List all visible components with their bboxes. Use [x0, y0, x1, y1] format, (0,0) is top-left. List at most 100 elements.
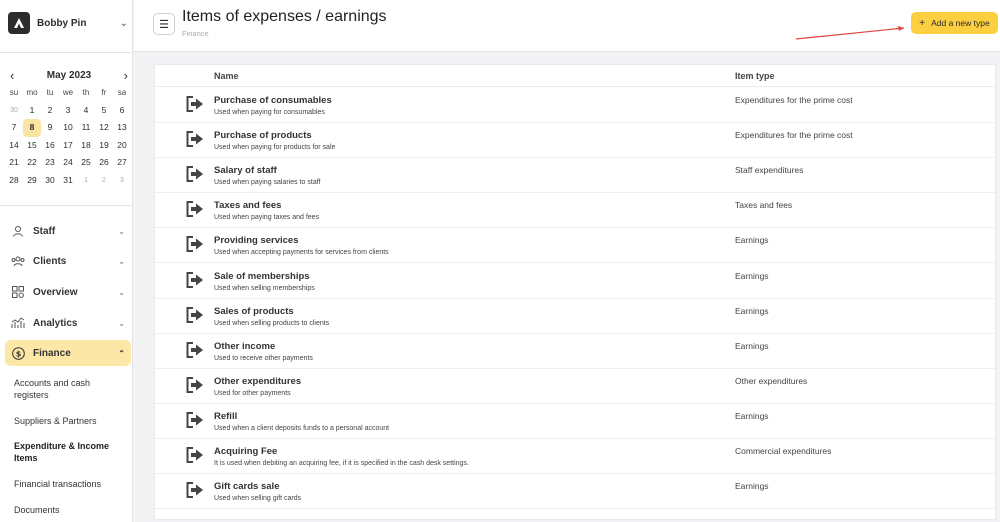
- nav-analytics[interactable]: Analytics ⌄: [5, 310, 131, 336]
- item-type: Staff expenditures: [735, 165, 804, 176]
- add-new-type-button[interactable]: + Add a new type: [911, 12, 998, 34]
- item-name: Salary of staff: [214, 165, 277, 177]
- calendar-day[interactable]: 31: [59, 172, 77, 190]
- exit-arrow-icon: [186, 341, 203, 358]
- exit-arrow-icon: [186, 131, 203, 148]
- item-name: Other expenditures: [214, 375, 302, 387]
- page-title: Items of expenses / earnings: [182, 8, 387, 25]
- nav-documents[interactable]: Documents: [14, 504, 126, 516]
- nav-transactions[interactable]: Financial transactions: [14, 478, 126, 490]
- exit-arrow-icon: [186, 96, 203, 112]
- menu-toggle-button[interactable]: ☰: [153, 13, 175, 35]
- calendar-day[interactable]: 6: [113, 102, 131, 120]
- nav-clients[interactable]: Clients ⌄: [5, 248, 131, 274]
- exit-arrow-icon: [186, 271, 203, 288]
- calendar-day[interactable]: 9: [41, 119, 59, 137]
- table-row[interactable]: Taxes and fees Used when paying taxes and…: [155, 193, 997, 229]
- calendar-day[interactable]: 3: [59, 102, 77, 120]
- breadcrumb[interactable]: Finance: [182, 29, 209, 38]
- calendar-day[interactable]: 24: [59, 154, 77, 172]
- item-description: Used when selling gift cards: [214, 495, 302, 503]
- calendar-day[interactable]: 10: [59, 119, 77, 137]
- table-row[interactable]: Purchase of consumables Used when paying …: [155, 88, 997, 124]
- column-type-header[interactable]: Item type: [735, 71, 775, 81]
- nav-expenditure-items[interactable]: Expenditure & Income Items: [14, 440, 126, 464]
- calendar-day[interactable]: 17: [59, 137, 77, 155]
- calendar-day[interactable]: 19: [95, 137, 113, 155]
- table-row[interactable]: Gift cards sale Used when selling gift ca…: [155, 474, 997, 510]
- table-row[interactable]: Other expenditures Used for other payment…: [155, 369, 997, 404]
- nav-overview[interactable]: Overview ⌄: [5, 279, 131, 305]
- calendar-day[interactable]: 27: [113, 154, 131, 172]
- svg-text:$: $: [15, 349, 21, 358]
- calendar-day[interactable]: 12: [95, 119, 113, 137]
- calendar-day-selected[interactable]: 8: [23, 119, 41, 137]
- calendar-day[interactable]: 15: [23, 137, 41, 155]
- item-name: Purchase of products: [214, 130, 312, 142]
- user-switcher[interactable]: Bobby Pin ⌄: [8, 11, 128, 35]
- nav-staff-label: Staff: [33, 225, 56, 237]
- person-icon: [11, 224, 25, 238]
- calendar-day[interactable]: 3: [113, 172, 131, 190]
- calendar-day[interactable]: 20: [113, 137, 131, 155]
- table-row[interactable]: Other income Used to receive other paymen…: [155, 334, 997, 369]
- item-name: Acquiring Fee: [214, 446, 278, 457]
- item-type: Other expenditures: [735, 375, 808, 386]
- nav-staff[interactable]: Staff ⌄: [5, 218, 131, 244]
- calendar-day[interactable]: 21: [5, 154, 23, 172]
- chevron-down-icon[interactable]: ⌄: [120, 18, 128, 29]
- calendar-day[interactable]: 11: [77, 119, 95, 137]
- item-name: Sale of memberships: [214, 270, 310, 282]
- calendar-day[interactable]: 14: [5, 137, 23, 155]
- calendar-day[interactable]: 29: [23, 172, 41, 190]
- nav-finance[interactable]: $ Finance ⌃: [5, 340, 131, 366]
- item-type: Expenditures for the prime cost: [735, 95, 853, 105]
- prev-month-icon[interactable]: ‹: [10, 68, 14, 83]
- calendar-day[interactable]: 22: [23, 154, 41, 172]
- calendar-day[interactable]: 4: [77, 102, 95, 120]
- calendar-day[interactable]: 25: [77, 154, 95, 172]
- calendar-day[interactable]: 18: [77, 137, 95, 155]
- item-description: Used when paying for consumables: [214, 109, 325, 116]
- calendar-day[interactable]: 7: [5, 119, 23, 137]
- exit-arrow-icon: [186, 376, 203, 393]
- calendar-day[interactable]: 16: [41, 137, 59, 155]
- calendar-day[interactable]: 1: [23, 102, 41, 120]
- calendar-header: ‹ May 2023 ›: [10, 68, 128, 83]
- weekday-label: sa: [117, 88, 127, 97]
- calendar-day[interactable]: 2: [95, 172, 113, 190]
- chevron-down-icon: ⌄: [118, 226, 125, 236]
- calendar-day[interactable]: 23: [41, 154, 59, 172]
- calendar-day[interactable]: 5: [95, 102, 113, 120]
- sidebar: Bobby Pin ⌄ ‹ May 2023 › su mo tu we th fr sa 3…: [0, 0, 133, 522]
- item-description: Used when selling memberships: [214, 284, 315, 292]
- table-row[interactable]: Purchase of products Used when paying for…: [155, 123, 997, 159]
- table-row[interactable]: Acquiring Fee It is used when debiting an…: [155, 439, 997, 475]
- calendar-day[interactable]: 26: [95, 154, 113, 172]
- table-row[interactable]: Providing services Used when accepting pa…: [155, 228, 997, 264]
- calendar-day[interactable]: 30: [41, 172, 59, 190]
- table-row[interactable]: Refill Used when a client deposits funds …: [155, 404, 997, 439]
- table-row[interactable]: Sale of memberships Used when selling mem…: [155, 264, 997, 299]
- calendar-day[interactable]: 1: [77, 172, 95, 190]
- nav-suppliers[interactable]: Suppliers & Partners: [14, 415, 126, 427]
- calendar-day[interactable]: 28: [5, 172, 23, 190]
- item-name: Sales of products: [214, 305, 294, 317]
- weekday-label: we: [62, 88, 74, 97]
- item-type: Earnings: [735, 270, 769, 281]
- table-row[interactable]: Sales of products Used when selling produ…: [155, 299, 997, 334]
- people-icon: [11, 254, 25, 268]
- weekday-label: mo: [26, 88, 38, 97]
- weekday-label: tu: [46, 88, 54, 97]
- chevron-up-icon: ⌃: [118, 348, 125, 358]
- divider: [0, 205, 133, 206]
- table-row[interactable]: Salary of staff Used when paying salaries…: [155, 158, 997, 194]
- items-table: Name Item type Purchase of consumables Us…: [154, 64, 997, 520]
- nav-accounts[interactable]: Accounts and cash registers: [14, 377, 126, 401]
- calendar-day[interactable]: 2: [41, 102, 59, 120]
- calendar-day[interactable]: 13: [113, 119, 131, 137]
- next-month-icon[interactable]: ›: [124, 68, 128, 83]
- calendar-day[interactable]: 30: [5, 102, 23, 120]
- column-name-header[interactable]: Name: [214, 71, 239, 81]
- item-type: Earnings: [735, 305, 769, 316]
